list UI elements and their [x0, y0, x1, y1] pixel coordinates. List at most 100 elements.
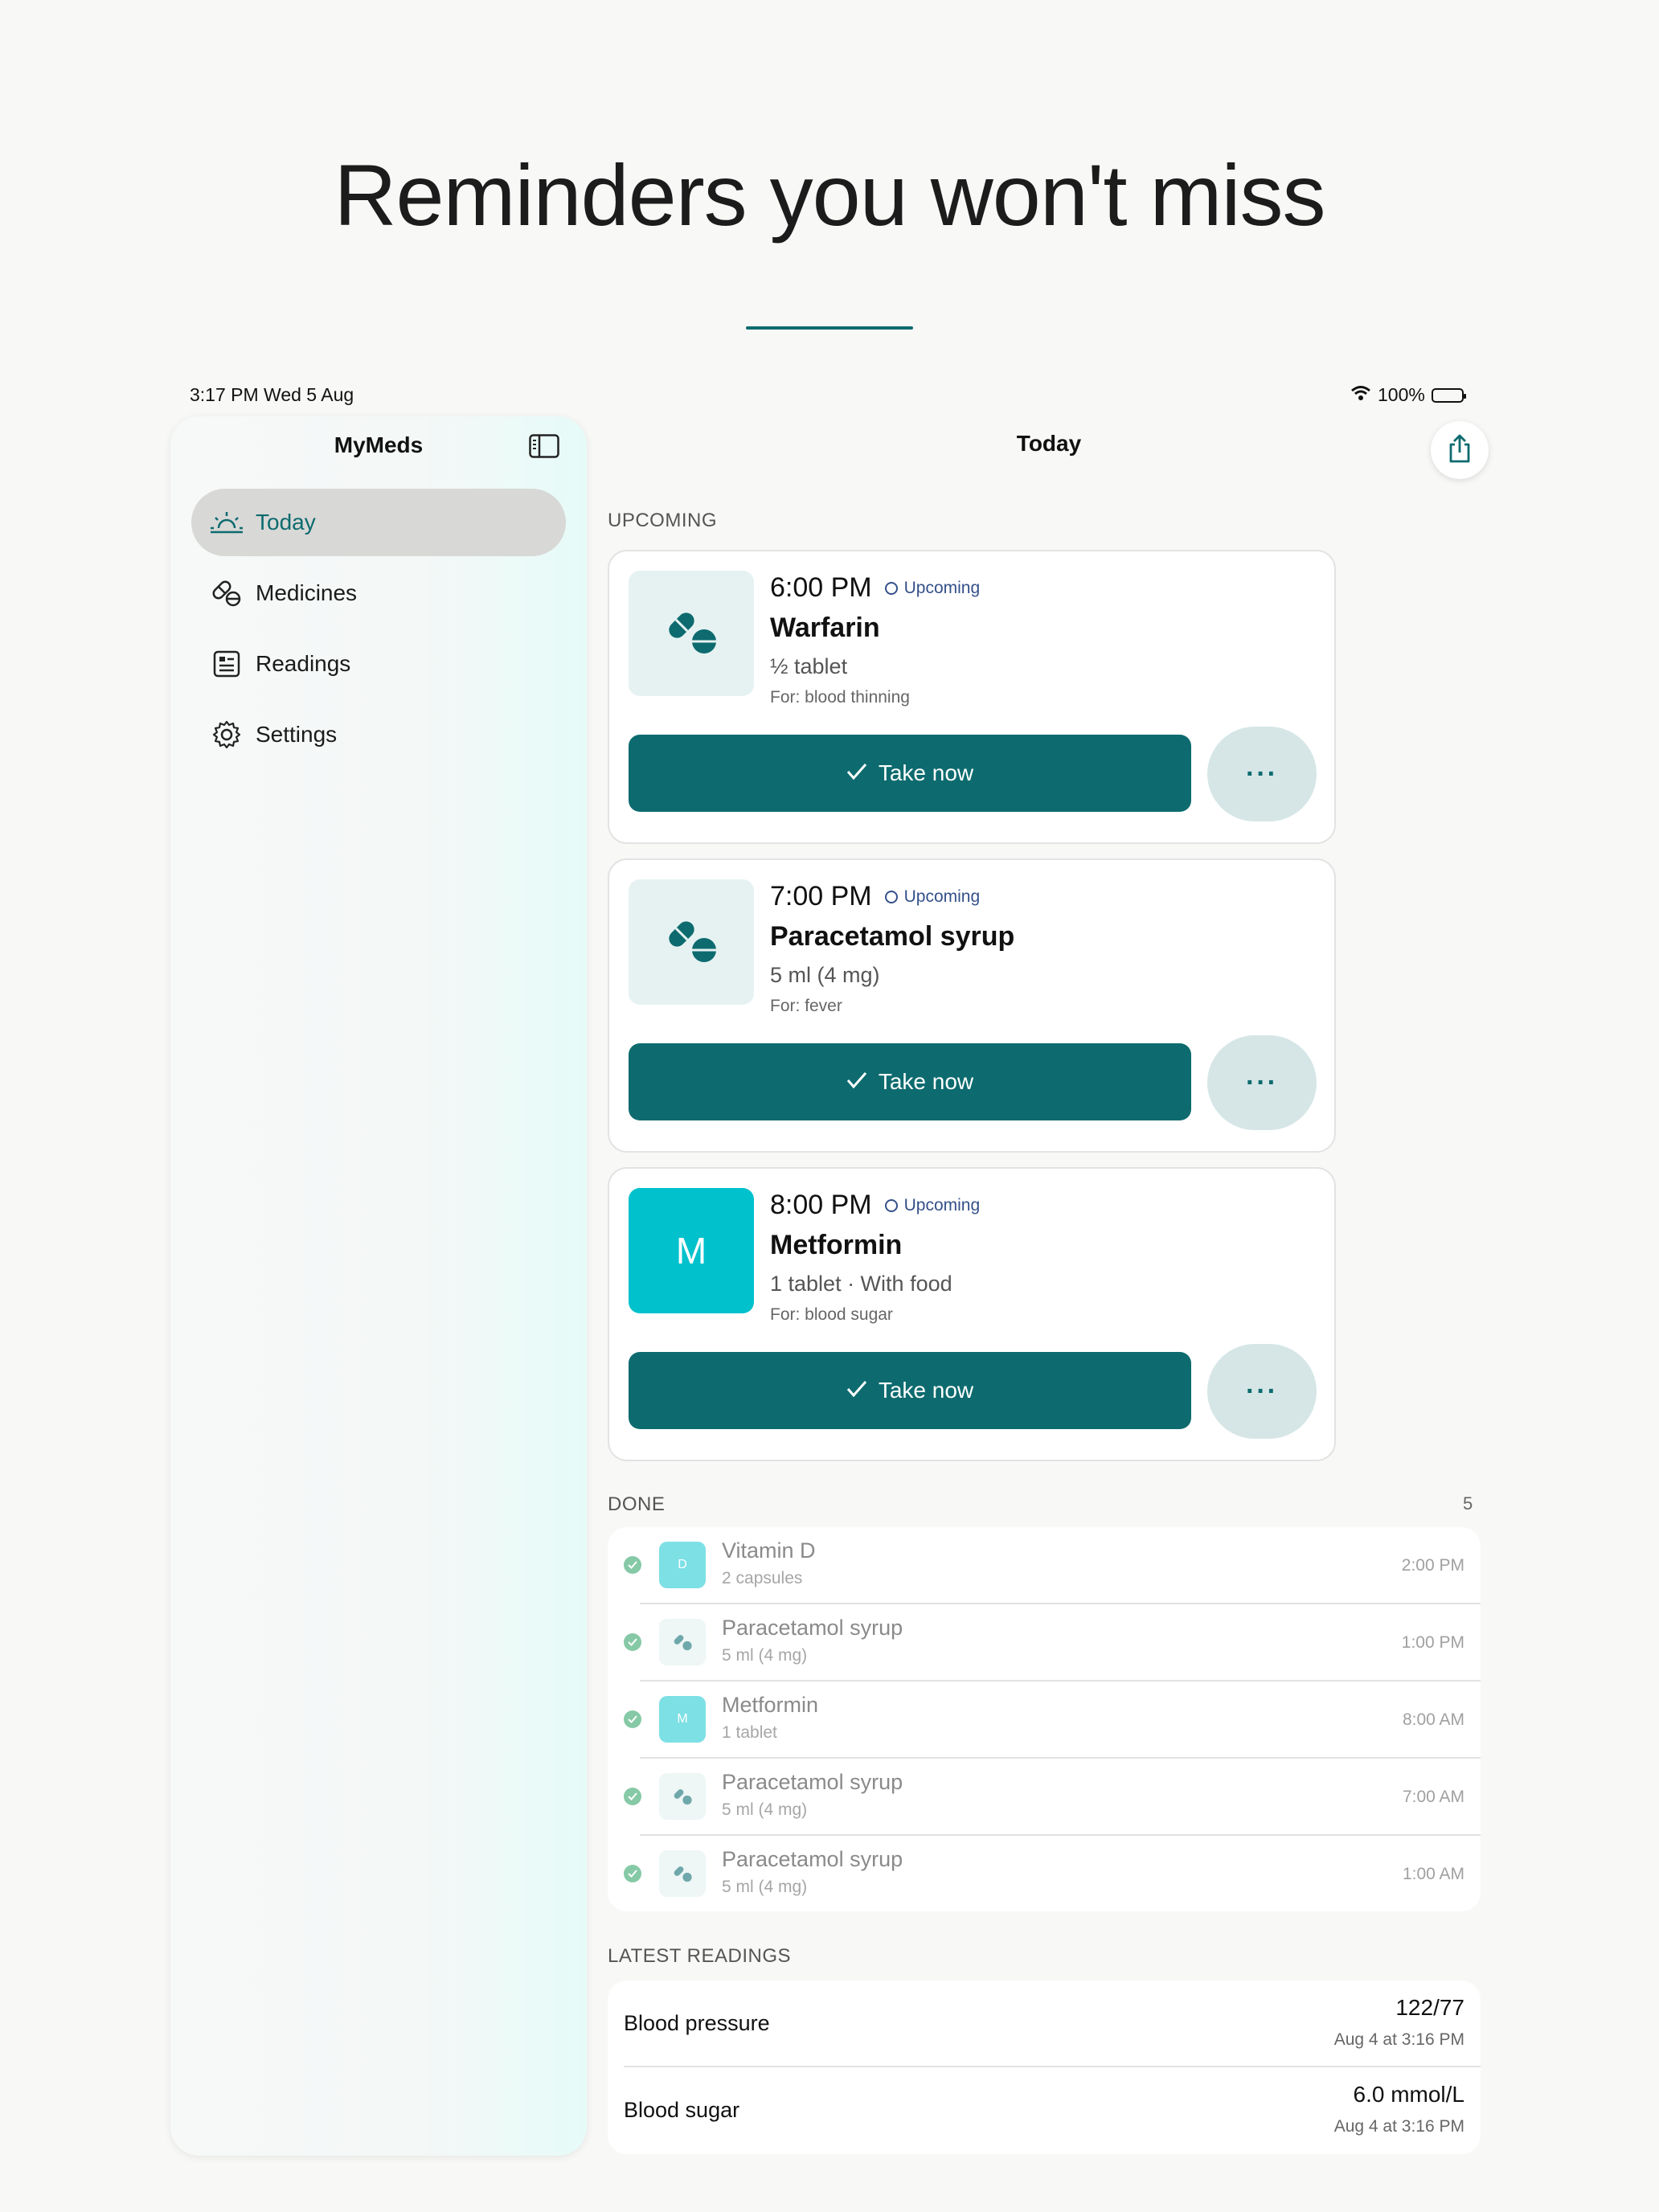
done-time: 8:00 AM — [1402, 1710, 1464, 1729]
upcoming-med-card: 7:00 PM Upcoming Paracetamol syrup 5 ml … — [608, 858, 1336, 1153]
battery-icon — [1431, 387, 1466, 403]
done-med-name: Vitamin D — [722, 1538, 816, 1563]
med-purpose: For: blood sugar — [770, 1305, 893, 1324]
med-time-row: 7:00 PM Upcoming — [770, 881, 980, 912]
headline-underline — [746, 326, 913, 330]
status-badge: Upcoming — [884, 1196, 980, 1215]
done-time: 2:00 PM — [1401, 1556, 1464, 1575]
reading-item[interactable]: Blood sugar 6.0 mmol/L Aug 4 at 3:16 PM — [608, 2067, 1481, 2154]
done-list-item[interactable]: Paracetamol syrup 5 ml (4 mg) 1:00 AM — [608, 1836, 1481, 1911]
med-dose: 5 ml (4 mg) — [770, 963, 880, 987]
med-name: Metformin — [770, 1230, 903, 1260]
sunrise-icon — [209, 506, 244, 539]
med-time-row: 8:00 PM Upcoming — [770, 1190, 980, 1221]
done-med-dose: 5 ml (4 mg) — [722, 1800, 808, 1819]
share-icon — [1447, 433, 1473, 468]
med-time-row: 6:00 PM Upcoming — [770, 572, 980, 604]
med-time: 7:00 PM — [770, 881, 872, 911]
sidebar: MyMeds Today Medicines Readings Settings — [170, 416, 587, 2156]
take-now-button[interactable]: Take now — [629, 1352, 1191, 1429]
reading-value: 6.0 mmol/L — [1353, 2082, 1465, 2107]
more-options-button[interactable]: ··· — [1207, 1344, 1317, 1439]
ellipsis-icon: ··· — [1246, 1375, 1278, 1407]
share-button[interactable] — [1431, 421, 1489, 479]
upcoming-med-card: 6:00 PM Upcoming Warfarin ½ tablet For: … — [608, 550, 1336, 844]
sidebar-item-label: Medicines — [256, 580, 358, 605]
med-name: Paracetamol syrup — [770, 921, 1015, 952]
checkmark-circle-icon — [624, 1633, 641, 1651]
pill-icon — [209, 577, 244, 609]
circle-icon — [884, 890, 898, 903]
readings-icon — [209, 648, 244, 680]
done-med-dose: 1 tablet — [722, 1723, 777, 1742]
med-letter-thumbnail: M — [659, 1696, 706, 1743]
med-dose: ½ tablet — [770, 654, 848, 678]
med-letter-thumbnail: M — [629, 1188, 754, 1313]
done-list-item[interactable]: D Vitamin D 2 capsules 2:00 PM — [608, 1527, 1481, 1604]
reading-item[interactable]: Blood pressure 122/77 Aug 4 at 3:16 PM — [608, 1981, 1481, 2067]
checkmark-circle-icon — [624, 1865, 641, 1882]
sidebar-item-label: Today — [256, 510, 316, 535]
page-title: Today — [1016, 431, 1082, 456]
med-dose: 1 tablet · With food — [770, 1272, 952, 1296]
readings-section-label: LATEST READINGS — [608, 1945, 791, 1967]
pills-icon — [662, 606, 720, 662]
checkmark-circle-icon — [624, 1788, 641, 1805]
pills-icon — [662, 915, 720, 970]
more-options-button[interactable]: ··· — [1207, 1035, 1317, 1130]
done-list-item[interactable]: Paracetamol syrup 5 ml (4 mg) 7:00 AM — [608, 1759, 1481, 1836]
ellipsis-icon: ··· — [1246, 1067, 1278, 1098]
wifi-icon — [1350, 384, 1371, 406]
sidebar-item-today[interactable]: Today — [191, 489, 566, 556]
circle-icon — [884, 581, 898, 595]
done-list-item[interactable]: Paracetamol syrup 5 ml (4 mg) 1:00 PM — [608, 1604, 1481, 1682]
med-letter-thumbnail: D — [659, 1542, 706, 1588]
status-badge: Upcoming — [884, 579, 980, 598]
take-now-button[interactable]: Take now — [629, 735, 1191, 812]
done-med-name: Metformin — [722, 1693, 819, 1717]
done-med-dose: 2 capsules — [722, 1569, 803, 1587]
reading-value: 122/77 — [1395, 1995, 1464, 2020]
reading-timestamp: Aug 4 at 3:16 PM — [1333, 2030, 1464, 2049]
checkmark-icon — [846, 760, 867, 786]
done-list-item[interactable]: M Metformin 1 tablet 8:00 AM — [608, 1682, 1481, 1759]
checkmark-icon — [846, 1069, 867, 1095]
pills-icon — [659, 1619, 706, 1665]
med-purpose: For: fever — [770, 997, 842, 1015]
circle-icon — [884, 1198, 898, 1212]
upcoming-section-label: UPCOMING — [608, 510, 717, 531]
done-med-name: Paracetamol syrup — [722, 1770, 903, 1794]
reading-name: Blood sugar — [624, 2098, 740, 2122]
take-now-button[interactable]: Take now — [629, 1043, 1191, 1120]
done-section-label: DONE — [608, 1493, 666, 1515]
checkmark-circle-icon — [624, 1710, 641, 1728]
sidebar-item-medicines[interactable]: Medicines — [191, 559, 566, 627]
sidebar-toggle-icon[interactable] — [529, 434, 559, 458]
reading-name: Blood pressure — [624, 2011, 770, 2035]
done-med-dose: 5 ml (4 mg) — [722, 1878, 808, 1896]
upcoming-med-card: M 8:00 PM Upcoming Metformin 1 tablet · … — [608, 1167, 1336, 1461]
gear-icon — [209, 719, 244, 751]
done-med-dose: 5 ml (4 mg) — [722, 1646, 808, 1665]
done-list: D Vitamin D 2 capsules 2:00 PM Paracetam… — [608, 1527, 1481, 1911]
done-med-name: Paracetamol syrup — [722, 1847, 903, 1871]
sidebar-item-label: Settings — [256, 722, 338, 747]
med-time: 6:00 PM — [770, 572, 872, 603]
sidebar-item-settings[interactable]: Settings — [191, 701, 566, 768]
sidebar-item-readings[interactable]: Readings — [191, 630, 566, 698]
checkmark-circle-icon — [624, 1556, 641, 1574]
sidebar-item-label: Readings — [256, 651, 351, 676]
pills-icon — [659, 1850, 706, 1897]
done-time: 1:00 PM — [1401, 1633, 1464, 1652]
more-options-button[interactable]: ··· — [1207, 727, 1317, 821]
status-indicators: 100% — [1350, 384, 1466, 406]
pills-icon — [659, 1773, 706, 1820]
done-time: 7:00 AM — [1402, 1788, 1464, 1806]
sidebar-title: MyMeds — [334, 432, 424, 457]
checkmark-icon — [846, 1378, 867, 1403]
med-purpose: For: blood thinning — [770, 688, 910, 707]
page-headline: Reminders you won't miss — [334, 146, 1325, 244]
med-name: Warfarin — [770, 612, 880, 643]
med-time: 8:00 PM — [770, 1190, 872, 1220]
readings-list: Blood pressure 122/77 Aug 4 at 3:16 PM B… — [608, 1981, 1481, 2154]
